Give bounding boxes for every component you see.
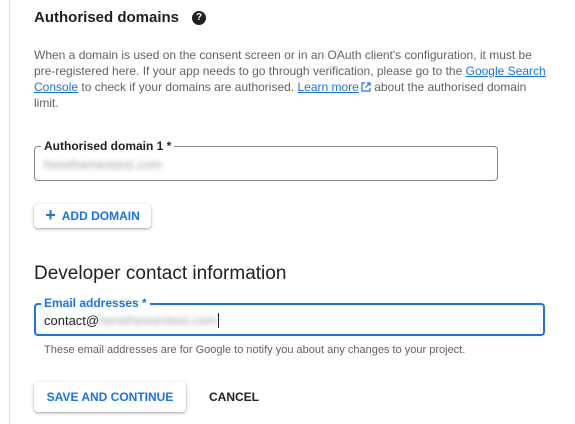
email-addresses-label: Email addresses * xyxy=(41,296,150,310)
email-value-domain: herethemestest.com xyxy=(99,313,217,328)
authorised-domain-1-label: Authorised domain 1 * xyxy=(41,139,175,153)
oauth-consent-scopes-page: Authorised domains ? When a domain is us… xyxy=(0,0,575,424)
description-text-2: to check if your domains are authorised. xyxy=(78,80,298,94)
authorised-domains-description: When a domain is used on the consent scr… xyxy=(34,47,549,111)
email-value-prefix: contact@ xyxy=(44,313,100,328)
authorised-domain-1-field[interactable]: Authorised domain 1 * herethemestest.com xyxy=(34,139,498,181)
developer-contact-title: Developer contact information xyxy=(34,263,287,284)
email-addresses-value: contact@ herethemestest.com xyxy=(44,313,219,328)
left-divider xyxy=(9,0,10,424)
external-link-icon[interactable] xyxy=(361,82,371,92)
add-domain-button[interactable]: + ADD DOMAIN xyxy=(34,204,151,228)
authorised-domain-1-value: herethemestest.com xyxy=(44,157,162,172)
email-addresses-field[interactable]: Email addresses * contact@ herethemestest… xyxy=(34,296,545,336)
add-domain-label: ADD DOMAIN xyxy=(61,209,140,223)
plus-icon: + xyxy=(45,205,56,225)
cancel-button[interactable]: CANCEL xyxy=(200,382,268,412)
text-caret xyxy=(217,313,219,328)
description-text-1: When a domain is used on the consent scr… xyxy=(34,48,532,78)
learn-more-link[interactable]: Learn more xyxy=(297,80,358,94)
email-addresses-hint: These email addresses are for Google to … xyxy=(44,344,466,356)
authorised-domains-header: Authorised domains ? xyxy=(34,9,207,26)
help-circle-icon[interactable]: ? xyxy=(192,10,207,25)
save-and-continue-button[interactable]: SAVE AND CONTINUE xyxy=(34,382,186,412)
authorised-domains-title: Authorised domains xyxy=(34,9,180,26)
